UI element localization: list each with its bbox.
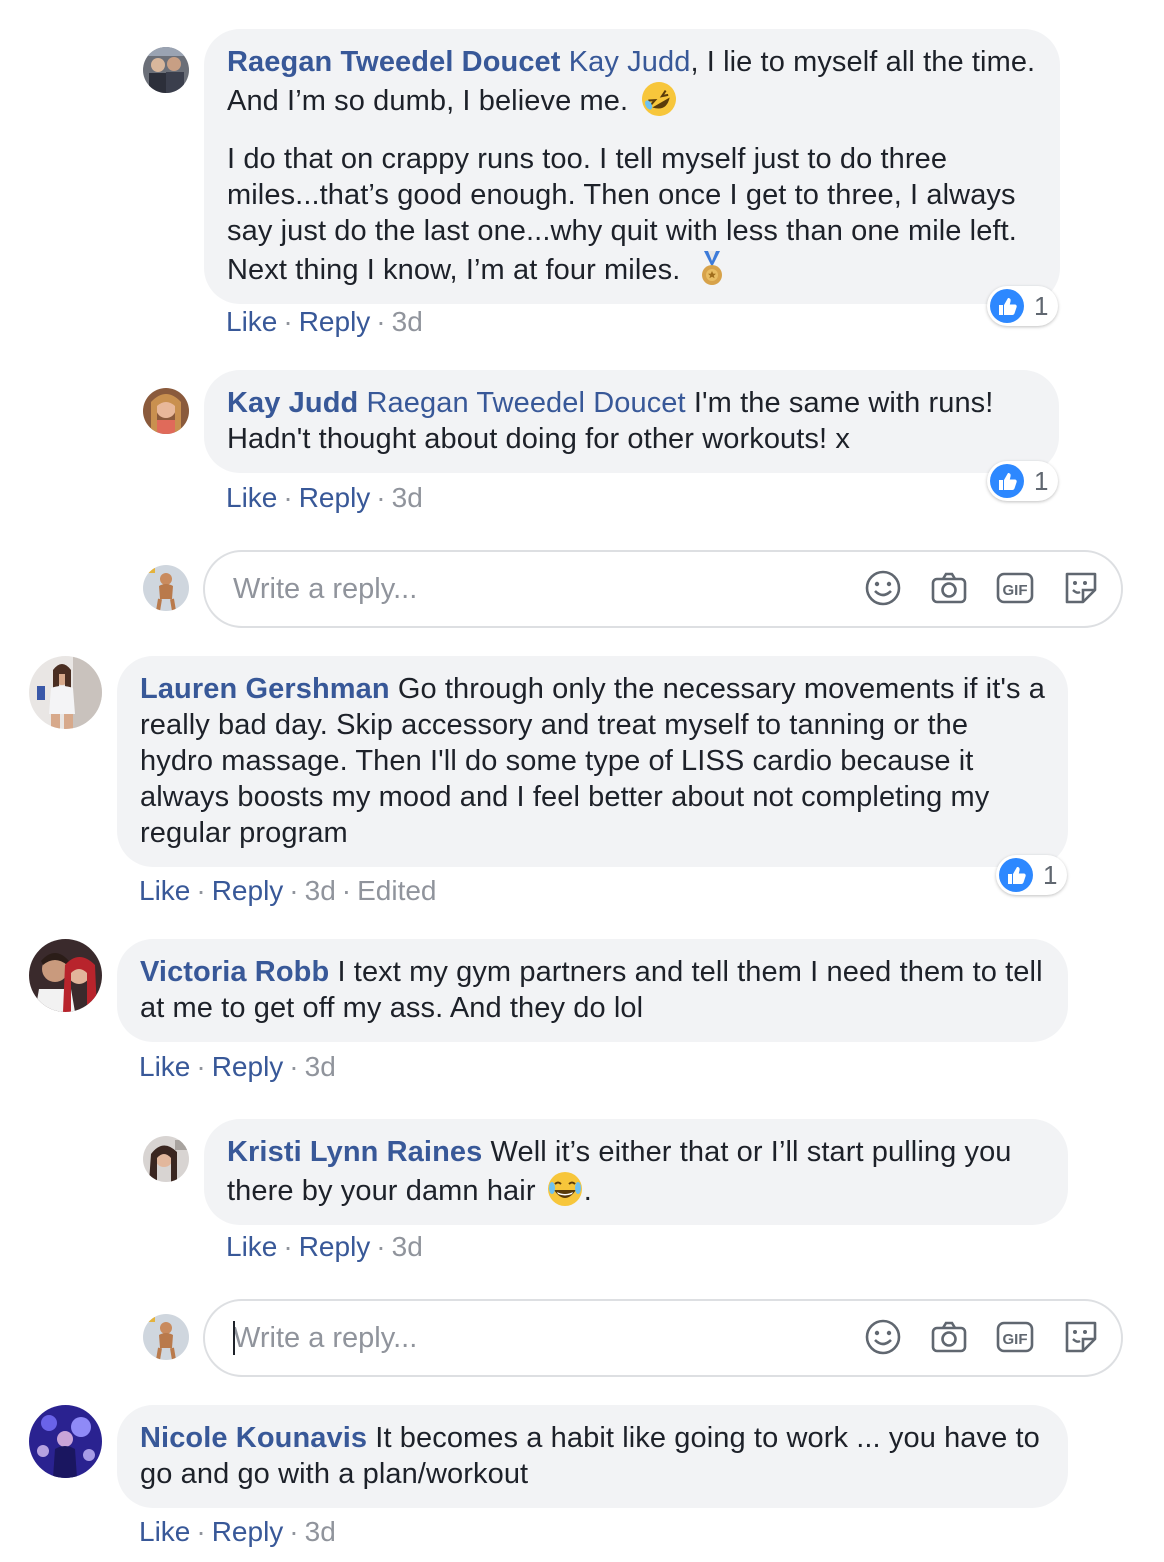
reply-link[interactable]: Reply — [212, 1516, 284, 1547]
reply-link[interactable]: Reply — [299, 482, 371, 513]
like-link[interactable]: Like — [226, 306, 277, 337]
gif-label: GIF — [1003, 1331, 1028, 1348]
reaction-number: 1 — [1034, 290, 1049, 321]
reply-link[interactable]: Reply — [299, 1231, 371, 1262]
comment-actions: Like · Reply · 3d — [226, 1231, 423, 1262]
comment-author[interactable]: Kristi Lynn Raines — [227, 1136, 482, 1168]
comment-bubble: Kay Judd Raegan Tweedel Doucet I'm the s… — [204, 370, 1059, 473]
reply-input[interactable] — [231, 1320, 835, 1356]
reaction-count[interactable]: 1 — [987, 461, 1059, 501]
my-avatar — [143, 1314, 189, 1360]
my-avatar — [143, 565, 189, 611]
like-link[interactable]: Like — [226, 1231, 277, 1262]
timestamp[interactable]: 3d — [305, 1516, 336, 1547]
comment-author[interactable]: Lauren Gershman — [140, 673, 390, 705]
reply-box[interactable]: GIF — [203, 550, 1123, 628]
avatar[interactable] — [29, 656, 102, 729]
timestamp[interactable]: 3d — [392, 1231, 423, 1262]
thumbs-up-icon — [999, 858, 1033, 892]
reaction-number: 1 — [1043, 859, 1058, 890]
comment-author[interactable]: Raegan Tweedel Doucet — [227, 46, 561, 78]
camera-icon[interactable] — [929, 1317, 969, 1357]
gif-label: GIF — [1003, 582, 1028, 599]
text-cursor — [233, 1321, 235, 1355]
mention-link[interactable]: Raegan Tweedel Doucet — [367, 387, 686, 419]
avatar[interactable] — [143, 388, 189, 434]
timestamp[interactable]: 3d — [305, 1051, 336, 1082]
avatar[interactable] — [143, 47, 189, 93]
reaction-count[interactable]: 1 — [987, 286, 1059, 326]
sticker-icon[interactable] — [1061, 1317, 1101, 1357]
like-link[interactable]: Like — [226, 482, 277, 513]
mention-link[interactable]: Kay Judd — [569, 46, 691, 78]
edited-label[interactable]: Edited — [357, 875, 436, 906]
camera-icon[interactable] — [929, 568, 969, 608]
timestamp[interactable]: 3d — [305, 875, 336, 906]
like-link[interactable]: Like — [139, 875, 190, 906]
tears-of-joy-emoji-icon — [546, 1170, 584, 1208]
comment-bubble: Nicole Kounavis It becomes a habit like … — [117, 1405, 1068, 1508]
comment-bubble: Lauren Gershman Go through only the nece… — [117, 656, 1068, 867]
like-link[interactable]: Like — [139, 1051, 190, 1082]
gif-icon[interactable]: GIF — [995, 1317, 1035, 1357]
comment-bubble: Kristi Lynn Raines Well it’s either that… — [204, 1119, 1068, 1225]
reaction-count[interactable]: 1 — [996, 855, 1068, 895]
like-link[interactable]: Like — [139, 1516, 190, 1547]
timestamp[interactable]: 3d — [392, 306, 423, 337]
reply-link[interactable]: Reply — [212, 875, 284, 906]
reply-link[interactable]: Reply — [212, 1051, 284, 1082]
comment-actions: Like · Reply · 3d — [139, 1051, 336, 1082]
comment-text: I do that on crappy runs too. I tell mys… — [227, 143, 1017, 286]
sticker-icon[interactable] — [1061, 568, 1101, 608]
avatar[interactable] — [143, 1136, 189, 1182]
rofl-emoji-icon — [640, 80, 678, 118]
gif-icon[interactable]: GIF — [995, 568, 1035, 608]
reply-input[interactable] — [231, 571, 835, 607]
smiley-icon[interactable] — [863, 568, 903, 608]
timestamp[interactable]: 3d — [392, 482, 423, 513]
comment-actions: Like · Reply · 3d · Edited — [139, 875, 437, 906]
reply-link[interactable]: Reply — [299, 306, 371, 337]
comment-author[interactable]: Victoria Robb — [140, 956, 329, 988]
reply-box[interactable]: GIF — [203, 1299, 1123, 1377]
comment-actions: Like · Reply · 3d — [226, 306, 423, 337]
comment-bubble: Raegan Tweedel Doucet Kay Judd, I lie to… — [204, 29, 1060, 304]
comment-bubble: Victoria Robb I text my gym partners and… — [117, 939, 1068, 1042]
medal-emoji-icon — [693, 249, 731, 287]
avatar[interactable] — [29, 939, 102, 1012]
comment-actions: Like · Reply · 3d — [139, 1516, 336, 1547]
comment-actions: Like · Reply · 3d — [226, 482, 423, 513]
comment-author[interactable]: Kay Judd — [227, 387, 358, 419]
smiley-icon[interactable] — [863, 1317, 903, 1357]
avatar[interactable] — [29, 1405, 102, 1478]
reaction-number: 1 — [1034, 465, 1049, 496]
thumbs-up-icon — [990, 464, 1024, 498]
thumbs-up-icon — [990, 289, 1024, 323]
comment-text-end: . — [583, 1175, 592, 1207]
comment-author[interactable]: Nicole Kounavis — [140, 1422, 367, 1454]
